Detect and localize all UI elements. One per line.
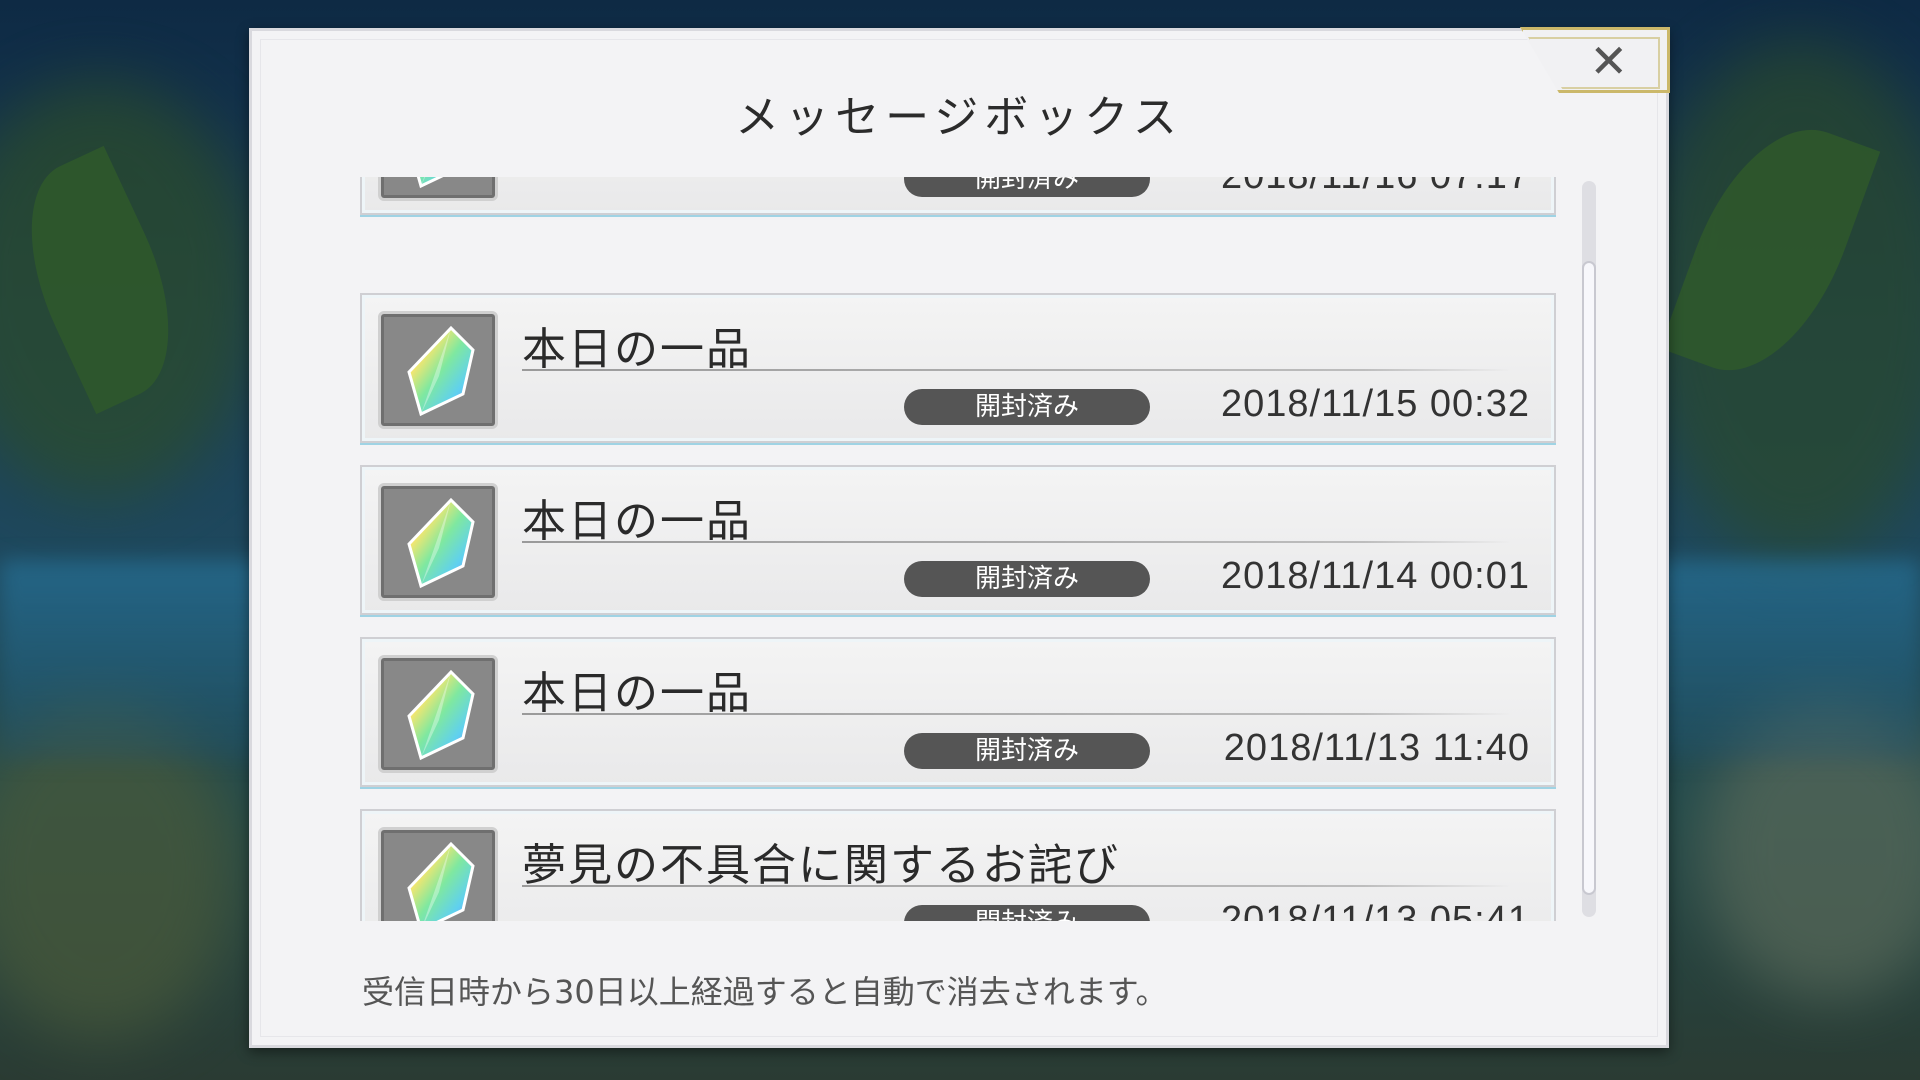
message-thumbnail <box>378 177 498 201</box>
message-row[interactable]: 本日の一品開封済み 2018/11/14 00:01 <box>360 465 1556 615</box>
message-row[interactable]: 夢見の不具合に関するお詫び開封済み 2018/11/13 05:41 <box>360 809 1556 921</box>
message-thumbnail <box>378 483 498 601</box>
rainbow-crystal-icon <box>416 177 444 189</box>
message-date: 2018/11/13 11:40 <box>1223 727 1530 769</box>
message-row[interactable]: 開封済み 2018/11/16 07:17 <box>360 177 1556 215</box>
close-icon[interactable]: ✕ <box>1589 35 1628 87</box>
message-date: 2018/11/15 00:32 <box>1220 383 1530 425</box>
scrollbar-track[interactable] <box>1582 181 1596 917</box>
rainbow-crystal-icon <box>407 841 475 921</box>
scrollbar-thumb[interactable] <box>1582 261 1596 895</box>
rainbow-crystal-icon <box>407 669 475 761</box>
message-title: 本日の一品 <box>522 668 752 719</box>
status-badge: 開封済み <box>904 389 1150 425</box>
message-title: 本日の一品 <box>522 496 752 547</box>
message-thumbnail <box>378 655 498 773</box>
message-list[interactable]: 開封済み2018/11/16 07:17本日の一品開封済み2018/11/15 … <box>360 177 1560 921</box>
message-title: 夢見の不具合に関するお詫び <box>522 840 1120 891</box>
status-badge: 開封済み <box>904 561 1150 597</box>
title-underline <box>522 541 1512 543</box>
message-date: 2018/11/16 07:17 <box>1221 177 1530 198</box>
status-badge: 開封済み <box>904 177 1150 197</box>
message-date: 2018/11/13 05:41 <box>1220 899 1530 921</box>
message-box-dialog: メッセージボックス ✕ 開封済み2018/11/16 07:17本日の一品開封済… <box>249 27 1670 1048</box>
status-badge: 開封済み <box>904 905 1150 921</box>
status-badge: 開封済み <box>904 733 1150 769</box>
message-thumbnail <box>378 827 498 921</box>
rainbow-crystal-icon <box>407 497 475 589</box>
title-underline <box>522 885 1512 887</box>
title-underline <box>522 713 1512 715</box>
dialog-title: メッセージボックス <box>735 92 1183 143</box>
message-row[interactable]: 本日の一品開封済み 2018/11/13 11:40 <box>360 637 1556 787</box>
rainbow-crystal-icon <box>407 325 475 417</box>
message-row[interactable]: 本日の一品開封済み 2018/11/15 00:32 <box>360 293 1556 443</box>
message-date: 2018/11/14 00:01 <box>1220 555 1530 597</box>
footer-note: 受信日時から30日以上経過すると自動で消去されます。 <box>362 973 1168 1011</box>
message-thumbnail <box>378 311 498 429</box>
title-underline <box>522 369 1512 371</box>
message-title: 本日の一品 <box>522 324 752 375</box>
